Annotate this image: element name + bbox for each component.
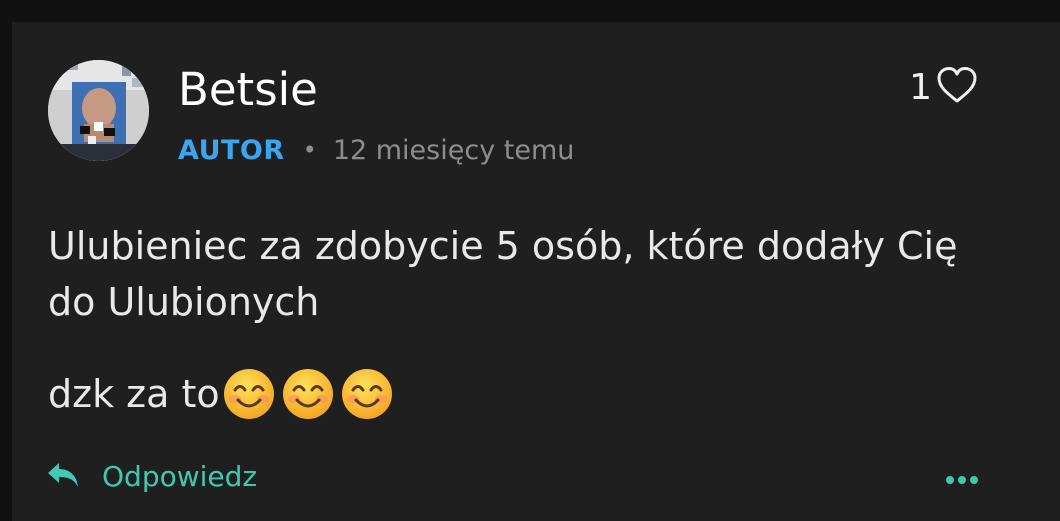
author-name[interactable]: Betsie	[178, 64, 318, 116]
reply-arrow-icon	[46, 461, 80, 493]
comment-body: Ulubieniec za zdobycie 5 osób, które dod…	[48, 224, 958, 324]
reply-label: Odpowiedz	[102, 460, 258, 493]
more-dot	[970, 476, 978, 484]
comment-body-text: dzk za to	[48, 372, 220, 416]
comment-body-line: dzk za to	[48, 366, 394, 422]
timestamp: 12 miesięcy temu	[332, 134, 575, 166]
smiling-face-icon	[282, 369, 333, 419]
more-dots-icon[interactable]	[946, 468, 978, 492]
smiling-face-icon	[341, 369, 392, 419]
more-dot	[946, 476, 954, 484]
smiling-face-icon	[223, 369, 274, 419]
author-badge: AUTOR	[178, 134, 285, 166]
comment-meta: AUTOR • 12 miesięcy temu	[178, 130, 574, 170]
like-button[interactable]: 1	[909, 66, 978, 108]
heart-icon	[936, 66, 978, 108]
reply-button[interactable]: Odpowiedz	[46, 460, 257, 493]
meta-separator: •	[302, 136, 317, 164]
avatar[interactable]	[48, 60, 149, 161]
avatar-image	[48, 60, 149, 161]
comment-card: Betsie AUTOR • 12 miesięcy temu 1 Ulubie…	[12, 22, 1060, 521]
like-count: 1	[909, 66, 932, 108]
more-dot	[958, 476, 966, 484]
